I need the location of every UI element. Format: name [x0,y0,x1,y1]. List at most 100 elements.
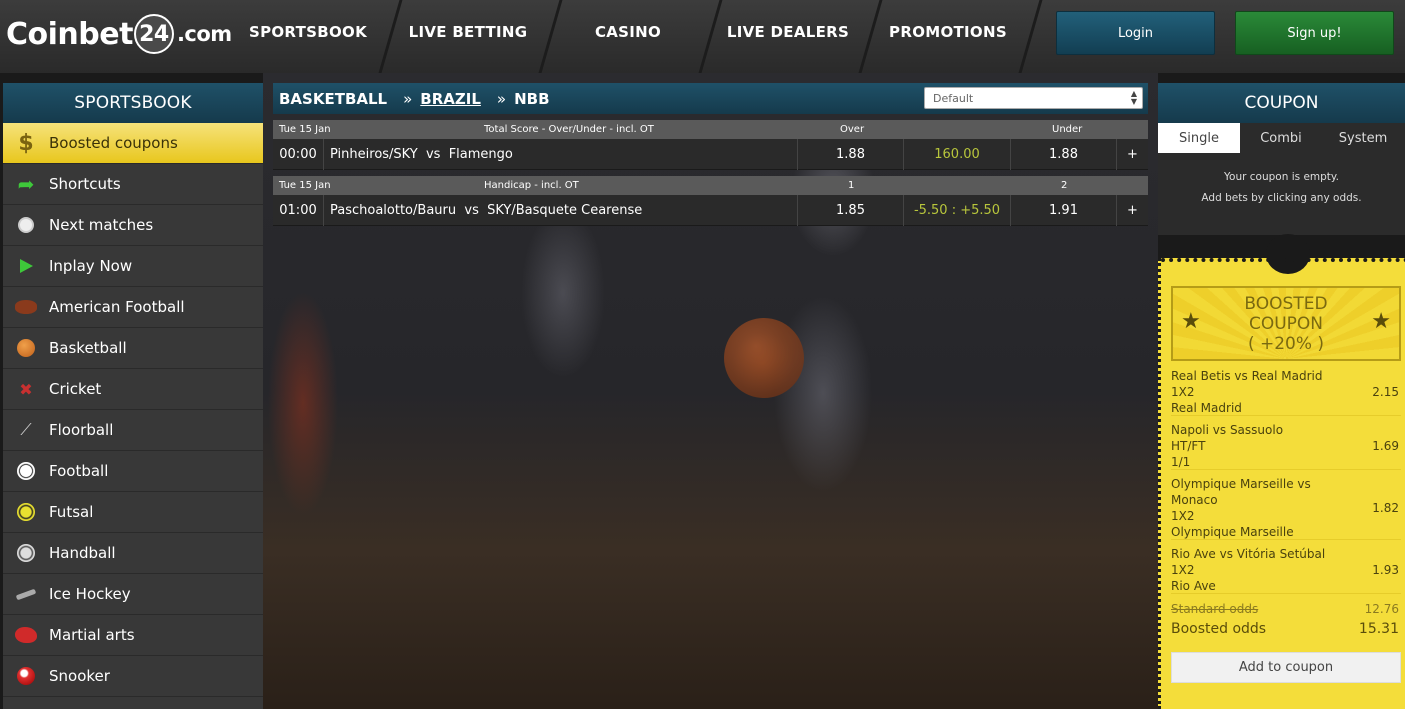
standard-odds-label: Standard odds [1171,602,1259,616]
logo[interactable]: Coinbet 24 .com [6,12,232,56]
boosted-odds-row: Boosted odds 15.31 [1171,621,1401,637]
standard-odds-row: Standard odds 12.76 [1171,602,1401,616]
odds-away-button[interactable]: 1.91 [1011,195,1117,226]
coupon-empty-hint: Add bets by clicking any odds. [1201,192,1362,204]
market-date: Tue 15 Jan [279,124,331,135]
select-arrows-icon: ▲ ▼ [1130,89,1137,106]
vs-label: vs [425,147,441,162]
event-teams[interactable]: Pinheiros/SKY vs Flamengo [324,139,798,170]
home-team: Paschoalotto/Bauru [330,203,457,218]
nav-casino[interactable]: CASINO [548,0,708,73]
star-icon: ★ [1181,309,1201,334]
sidebar-item-label: Snooker [49,667,110,685]
boosted-coupon-banner: BOOSTED COUPON ( +20% ) ★ ★ [1171,286,1401,361]
odds-over-button[interactable]: 1.88 [798,139,904,170]
sidebar-item-football[interactable]: Football [3,451,263,492]
sidebar-item-label: Cricket [49,380,102,398]
bet-match: Rio Ave vs Vitória Setúbal [1171,547,1326,561]
sidebar-item-martial-arts[interactable]: Martial arts [3,615,263,656]
event-time: 00:00 [273,139,324,170]
bet-match: Olympique Marseille vs Monaco [1171,477,1311,507]
sidebar-item-handball[interactable]: Handball [3,533,263,574]
home-team: Pinheiros/SKY [330,147,418,162]
sidebar-item-ice-hockey[interactable]: Ice Hockey [3,574,263,615]
sidebar-item-label: Shortcuts [49,175,121,193]
sort-select-value: Default [933,91,974,105]
tab-combi[interactable]: Combi [1240,123,1322,153]
sidebar-item-inplay-now[interactable]: Inplay Now [3,246,263,287]
football-icon [3,462,49,480]
market-block: Tue 15 Jan Handicap - incl. OT 1 2 01:00… [273,176,1148,226]
sidebar-item-boosted-coupons[interactable]: $ Boosted coupons [3,123,263,164]
sidebar-item-american-football[interactable]: American Football [3,287,263,328]
breadcrumb-separator-icon: » [496,89,507,108]
nav-promotions[interactable]: PROMOTIONS [868,0,1028,73]
coupon-title: COUPON [1158,83,1405,123]
bet-market: HT/FT [1171,439,1206,453]
bet-pick: Real Madrid [1171,401,1242,415]
snooker-icon [3,667,49,685]
sidebar-item-snooker[interactable]: Snooker [3,656,263,697]
market-line: -5.50 : +5.50 [904,195,1011,226]
sidebar-item-futsal[interactable]: Futsal [3,492,263,533]
bet-pick: Rio Ave [1171,579,1216,593]
boosted-bet: Napoli vs Sassuolo HT/FT 1/1 1.69 [1171,422,1401,470]
bet-pick: Olympique Marseille [1171,525,1294,539]
market-header: Tue 15 Jan Handicap - incl. OT 1 2 [273,176,1148,195]
sort-select[interactable]: Default ▲ ▼ [924,87,1143,109]
market-col1-label: 1 [848,180,855,191]
market-header: Tue 15 Jan Total Score - Over/Under - in… [273,120,1148,139]
signup-button[interactable]: Sign up! [1235,11,1394,55]
nav-live-dealers[interactable]: LIVE DEALERS [708,0,868,73]
odds-home-button[interactable]: 1.85 [798,195,904,226]
event-teams[interactable]: Paschoalotto/Bauru vs SKY/Basquete Ceare… [324,195,798,226]
sidebar-item-label: Floorball [49,421,114,439]
sidebar-item-cricket[interactable]: ✖ Cricket [3,369,263,410]
market-line: 160.00 [904,139,1011,170]
breadcrumb-league: NBB [514,89,550,108]
logo-prefix: Coinbet [6,16,133,52]
sidebar-item-label: Next matches [49,216,154,234]
market-col1-label: Over [840,124,865,135]
sports-sidebar: SPORTSBOOK $ Boosted coupons ➦ Shortcuts… [3,83,263,709]
clock-icon [3,217,49,233]
odds-under-button[interactable]: 1.88 [1011,139,1117,170]
cricket-icon: ✖ [19,379,33,399]
sidebar-item-basketball[interactable]: Basketball [3,328,263,369]
market-title: Handicap - incl. OT [484,180,579,191]
more-markets-button[interactable]: + [1117,195,1148,226]
bet-market: 1X2 [1171,385,1195,399]
tab-system[interactable]: System [1322,123,1404,153]
nav-live-betting[interactable]: LIVE BETTING [388,0,548,73]
market-block: Tue 15 Jan Total Score - Over/Under - in… [273,120,1148,170]
breadcrumb-country[interactable]: BRAZIL [420,90,481,108]
sidebar-item-shortcuts[interactable]: ➦ Shortcuts [3,164,263,205]
sidebar-item-floorball[interactable]: ⟋ Floorball [3,410,263,451]
bet-odd: 1.82 [1372,501,1399,515]
bet-odd: 1.69 [1372,439,1399,453]
add-to-coupon-button[interactable]: Add to coupon [1171,652,1401,683]
boosted-bet: Olympique Marseille vs Monaco 1X2 Olympi… [1171,476,1401,540]
more-markets-button[interactable]: + [1117,139,1148,170]
event-row: 00:00 Pinheiros/SKY vs Flamengo 1.88 160… [273,139,1148,170]
coupon-empty-line: Your coupon is empty. [1224,171,1339,183]
breadcrumb-sport[interactable]: BASKETBALL [279,90,387,108]
standard-odds-value: 12.76 [1364,602,1399,616]
boosted-odds-value: 15.31 [1358,621,1399,637]
tab-single[interactable]: Single [1158,123,1240,153]
floorball-icon: ⟋ [20,420,32,439]
main-nav: SPORTSBOOK LIVE BETTING CASINO LIVE DEAL… [228,0,1028,73]
sidebar-item-label: Inplay Now [49,257,133,275]
boosted-bet: Real Betis vs Real Madrid 1X2 Real Madri… [1171,368,1401,416]
login-button[interactable]: Login [1056,11,1215,55]
sidebar-item-label: Ice Hockey [49,585,131,603]
event-time: 01:00 [273,195,324,226]
sidebar-item-next-matches[interactable]: Next matches [3,205,263,246]
boosted-coupon-card: BOOSTED COUPON ( +20% ) ★ ★ Real Betis v… [1158,234,1405,709]
bet-match: Napoli vs Sassuolo [1171,423,1284,437]
boosted-bet: Rio Ave vs Vitória Setúbal 1X2 Rio Ave 1… [1171,546,1401,594]
market-col2-label: Under [1052,124,1083,135]
arrow-icon: ➦ [17,172,35,196]
nav-sportsbook[interactable]: SPORTSBOOK [228,0,388,73]
american-football-icon [3,300,49,314]
